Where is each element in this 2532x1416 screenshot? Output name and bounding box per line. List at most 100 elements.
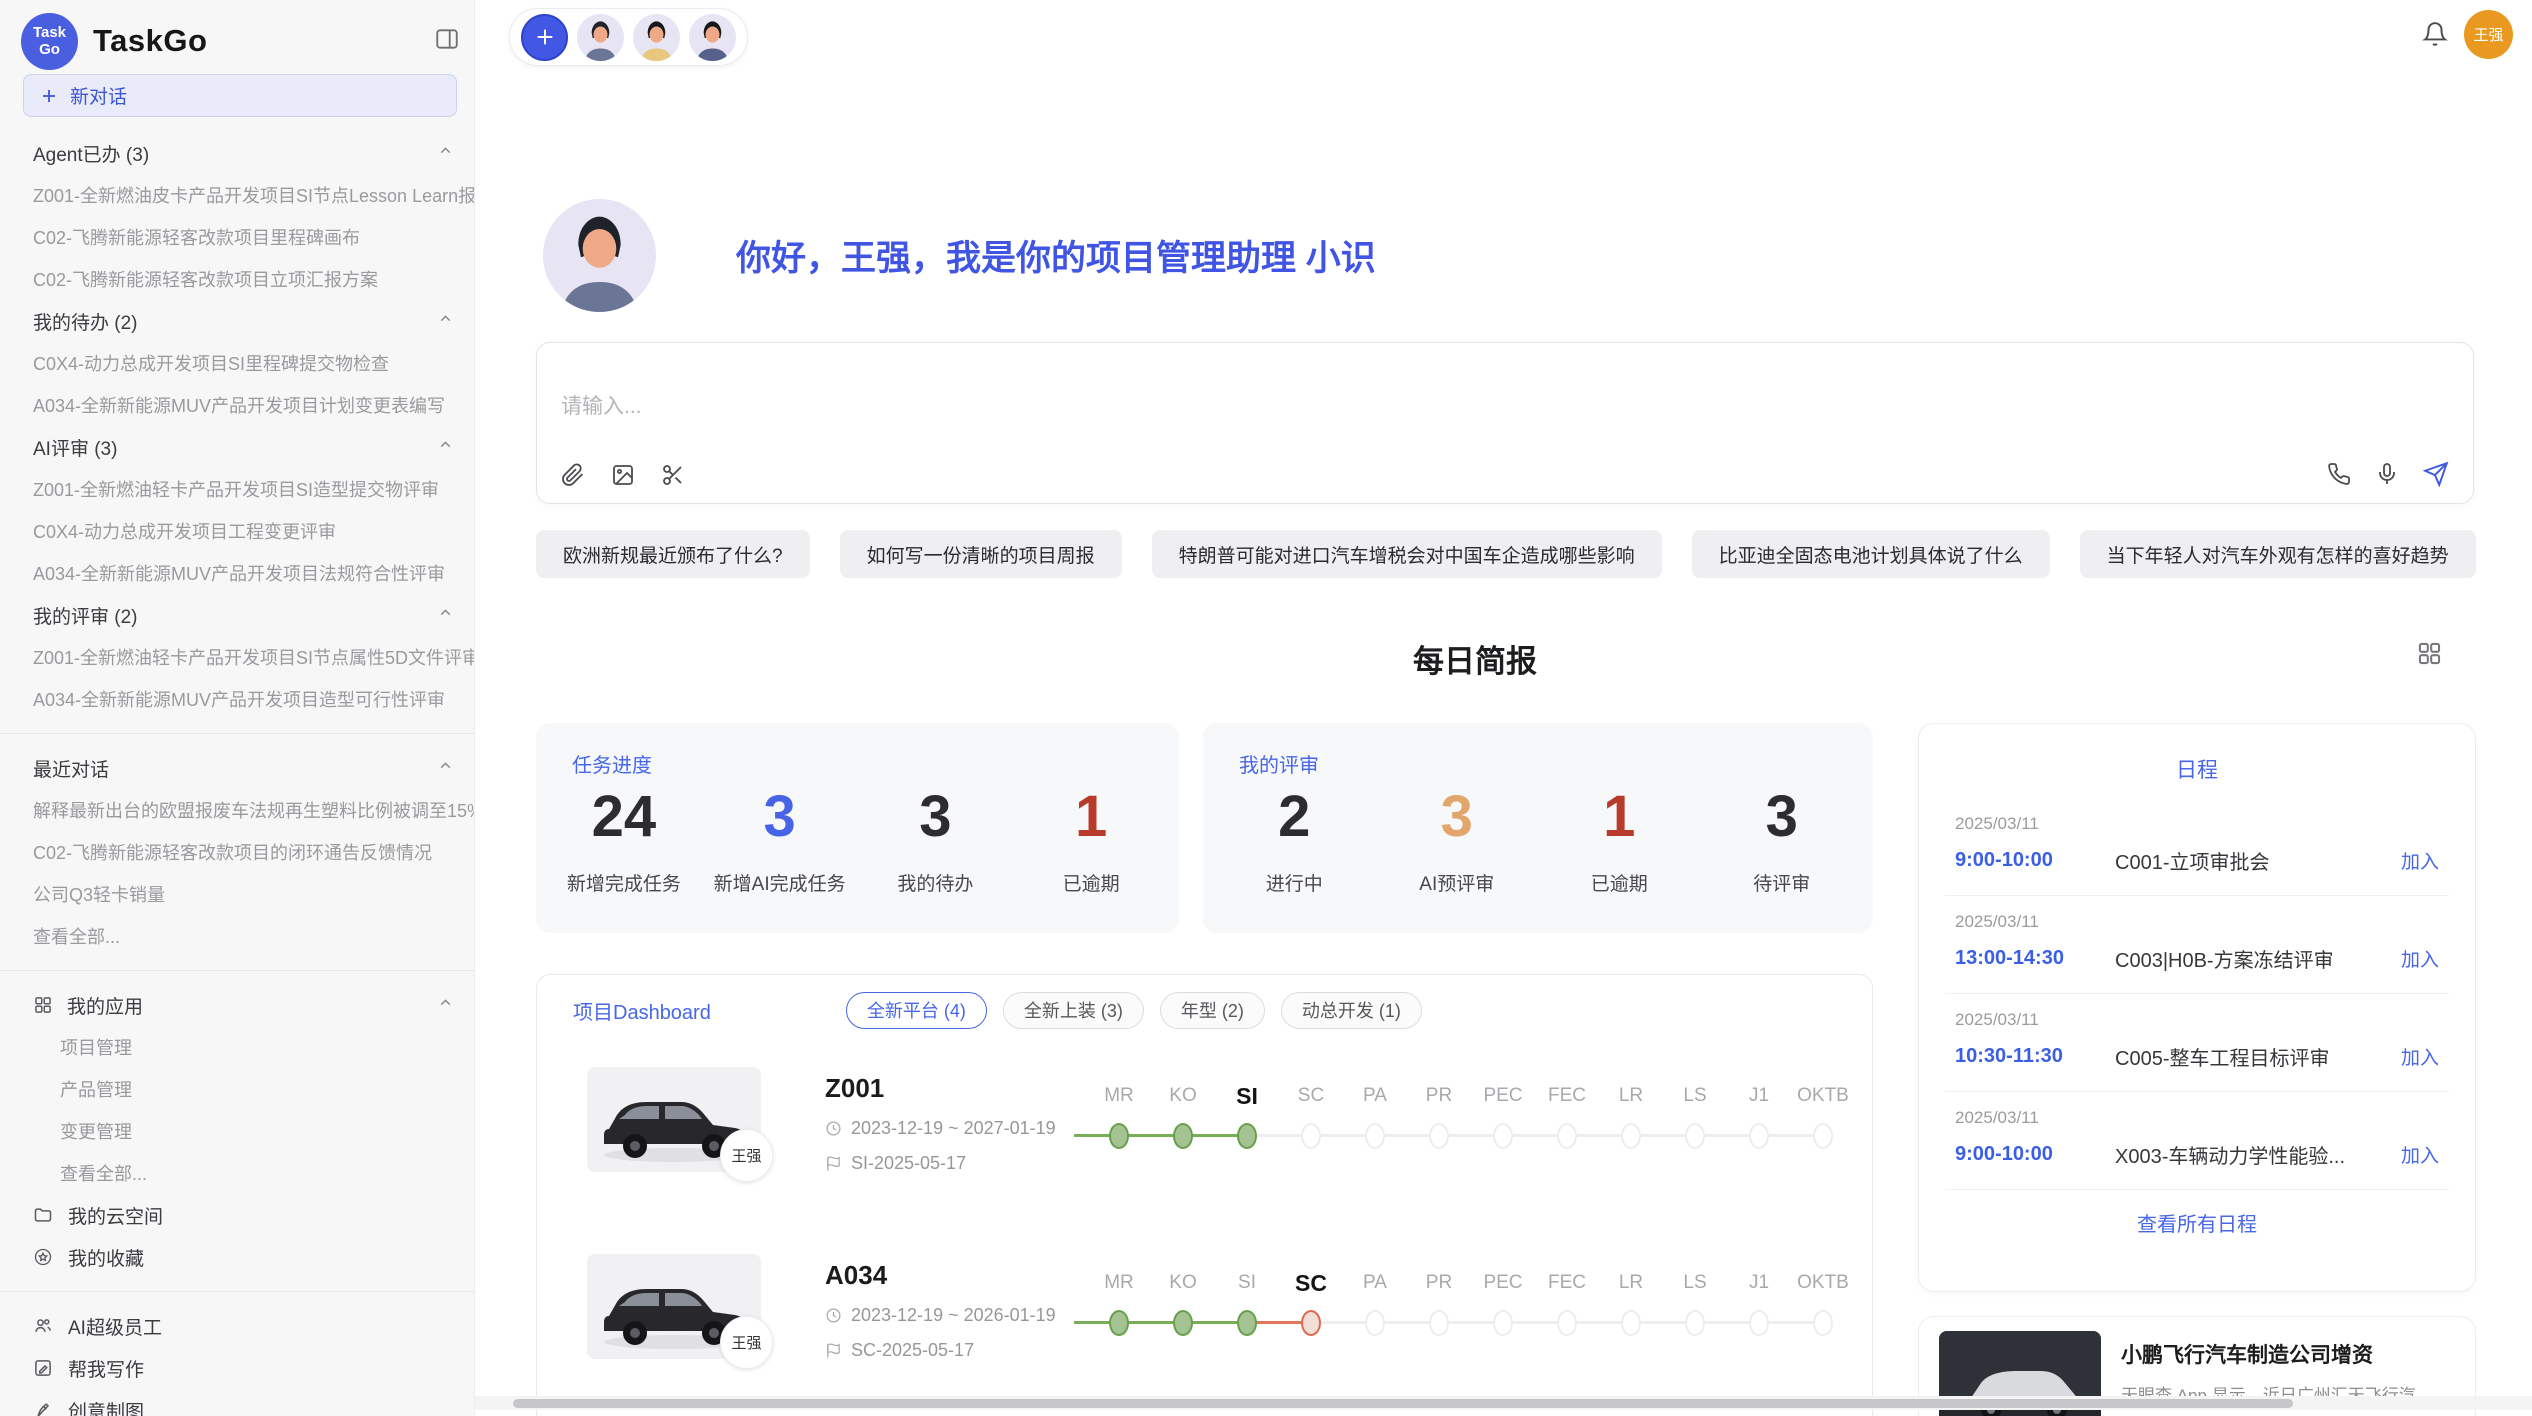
collapse-sidebar-icon[interactable] [434, 26, 460, 57]
event-time: 13:00-14:30 [1955, 947, 2115, 970]
sidebar-item[interactable]: A034-全新新能源MUV产品开发项目计划变更表编写 [0, 384, 474, 426]
dashboard-filter-chip[interactable]: 全新上装 (3) [1003, 992, 1144, 1029]
chevron-up-icon[interactable] [437, 604, 454, 627]
sidebar-section-header[interactable]: AI评审 (3) [0, 426, 474, 468]
brief-layout-grid-icon[interactable] [2416, 640, 2443, 672]
send-icon[interactable] [2423, 461, 2449, 487]
join-event-link[interactable]: 加入 [2401, 847, 2439, 874]
chevron-up-icon[interactable] [437, 994, 454, 1017]
agent-avatar-2[interactable] [633, 14, 680, 61]
suggestion-chip[interactable]: 特朗普可能对进口汽车增税会对中国车企造成哪些影响 [1152, 530, 1662, 578]
milestone-label: SC [1298, 1077, 1324, 1115]
join-event-link[interactable]: 加入 [2401, 945, 2439, 972]
sidebar-item[interactable]: A034-全新新能源MUV产品开发项目法规符合性评审 [0, 552, 474, 594]
sidebar-item[interactable]: 查看全部... [0, 1152, 474, 1194]
milestone: SI [1215, 1077, 1279, 1172]
project-dates: 2023-12-19 ~ 2026-01-19 [851, 1305, 1056, 1326]
notification-bell-icon[interactable] [2422, 21, 2448, 52]
sidebar-item[interactable]: 公司Q3轻卡销量 [0, 873, 474, 915]
agent-avatar-3[interactable] [689, 14, 736, 61]
event-row: 9:00-10:00X003-车辆动力学性能验...加入 [1955, 1140, 2439, 1169]
project-dates-row: 2023-12-19 ~ 2027-01-19 [825, 1118, 1061, 1139]
milestone: PEC [1471, 1077, 1535, 1172]
milestone-label: SI [1236, 1077, 1258, 1115]
suggestion-chip[interactable]: 欧洲新规最近颁布了什么? [536, 530, 810, 578]
sidebar-item-11[interactable]: AI超级员工 [0, 1305, 474, 1347]
stat-label: 新增完成任务 [546, 869, 702, 896]
sidebar-link-label: 我的收藏 [68, 1244, 144, 1271]
milestone-label: LS [1683, 1264, 1706, 1302]
sidebar-item[interactable]: Z001-全新燃油轻卡产品开发项目SI造型提交物评审 [0, 468, 474, 510]
suggestion-chip[interactable]: 如何写一份清晰的项目周报 [840, 530, 1122, 578]
dashboard-filter-chip[interactable]: 动总开发 (1) [1281, 992, 1422, 1029]
dashboard-title: 项目Dashboard [573, 996, 711, 1025]
view-all-schedule-link[interactable]: 查看所有日程 [1919, 1208, 2475, 1237]
chevron-up-icon[interactable] [437, 436, 454, 459]
assistant-avatar [543, 199, 656, 312]
suggestion-chip[interactable]: 比亚迪全固态电池计划具体说了什么 [1692, 530, 2050, 578]
snippet-scissors-icon[interactable] [661, 463, 685, 487]
milestone: KO [1151, 1264, 1215, 1359]
sidebar-section-header[interactable]: 我的评审 (2) [0, 594, 474, 636]
chevron-up-icon[interactable] [437, 142, 454, 165]
sidebar-item[interactable]: C02-飞腾新能源轻客改款项目里程碑画布 [0, 216, 474, 258]
user-avatar[interactable]: 王强 [2464, 10, 2513, 59]
sidebar-item[interactable]: C0X4-动力总成开发项目工程变更评审 [0, 510, 474, 552]
project-owner-badge: 王强 [720, 1129, 773, 1182]
sidebar-item-9[interactable]: 我的收藏 [0, 1236, 474, 1278]
sidebar-section-header[interactable]: 我的应用 [0, 984, 474, 1026]
event-date: 2025/03/11 [1955, 1108, 2439, 1128]
sidebar-section-header[interactable]: 我的待办 (2) [0, 300, 474, 342]
new-chat-button[interactable]: 新对话 [23, 74, 457, 117]
sidebar-section-label: 我的应用 [67, 992, 143, 1019]
sidebar-section-header[interactable]: 最近对话 [0, 747, 474, 789]
dashboard-filter-chip[interactable]: 全新平台 (4) [846, 992, 987, 1029]
sidebar-item[interactable]: 解释最新出台的欧盟报废车法规再生塑料比例被调至15%... [0, 789, 474, 831]
chevron-up-icon[interactable] [437, 757, 454, 780]
sidebar-section-header[interactable]: Agent已办 (3) [0, 132, 474, 174]
sidebar-item[interactable]: C02-飞腾新能源轻客改款项目立项汇报方案 [0, 258, 474, 300]
stat-label: AI预评审 [1376, 869, 1539, 896]
sidebar-item[interactable]: 产品管理 [0, 1068, 474, 1110]
horizontal-scrollbar-thumb[interactable] [513, 1399, 2293, 1408]
add-agent-button[interactable] [521, 14, 568, 61]
sidebar-item-8[interactable]: 我的云空间 [0, 1194, 474, 1236]
chevron-up-icon[interactable] [437, 310, 454, 333]
voice-call-icon[interactable] [2327, 462, 2351, 486]
dashboard-filter-chip[interactable]: 年型 (2) [1160, 992, 1265, 1029]
milestone-lead [1061, 1264, 1087, 1359]
project-flag-row: SC-2025-05-17 [825, 1340, 1061, 1361]
project-image-wrap: 王强 [587, 1067, 761, 1172]
sidebar-item[interactable]: C02-飞腾新能源轻客改款项目的闭环通告反馈情况 [0, 831, 474, 873]
project-row[interactable]: 王强A0342023-12-19 ~ 2026-01-19SC-2025-05-… [587, 1254, 1832, 1359]
sidebar-divider [0, 733, 474, 734]
image-upload-icon[interactable] [611, 463, 635, 487]
microphone-icon[interactable] [2375, 462, 2399, 486]
stat-card-title: 任务进度 [572, 749, 652, 778]
attachment-icon[interactable] [561, 463, 585, 487]
milestone-dot [1685, 1123, 1705, 1149]
milestone-label: J1 [1749, 1264, 1769, 1302]
chat-input[interactable] [561, 395, 2161, 419]
stat-label: 待评审 [1701, 869, 1864, 896]
sidebar-item[interactable]: C0X4-动力总成开发项目SI里程碑提交物检查 [0, 342, 474, 384]
sidebar-item[interactable]: 变更管理 [0, 1110, 474, 1152]
project-row[interactable]: 王强Z0012023-12-19 ~ 2027-01-19SI-2025-05-… [587, 1067, 1832, 1172]
suggestion-chip[interactable]: 当下年轻人对汽车外观有怎样的喜好趋势 [2080, 530, 2476, 578]
stat-value: 3 [1701, 781, 1864, 853]
join-event-link[interactable]: 加入 [2401, 1141, 2439, 1168]
sidebar-item[interactable]: A034-全新新能源MUV产品开发项目造型可行性评审 [0, 678, 474, 720]
sidebar-item-13[interactable]: 创意制图 [0, 1389, 474, 1416]
sidebar-item[interactable]: Z001-全新燃油皮卡产品开发项目SI节点Lesson Learn报告 [0, 174, 474, 216]
agent-avatar-1[interactable] [577, 14, 624, 61]
project-dates: 2023-12-19 ~ 2027-01-19 [851, 1118, 1056, 1139]
sidebar-item[interactable]: 项目管理 [0, 1026, 474, 1068]
sidebar-section-label: Agent已办 (3) [33, 140, 149, 167]
my-review-card: 我的评审2进行中3AI预评审1已逾期3待评审 [1203, 723, 1873, 933]
join-event-link[interactable]: 加入 [2401, 1043, 2439, 1070]
sidebar-item[interactable]: Z001-全新燃油轻卡产品开发项目SI节点属性5D文件评审 [0, 636, 474, 678]
sidebar-item-12[interactable]: 帮我写作 [0, 1347, 474, 1389]
event-time: 9:00-10:00 [1955, 849, 2115, 872]
sidebar-item[interactable]: 查看全部... [0, 915, 474, 957]
milestone-dot [1749, 1310, 1769, 1336]
